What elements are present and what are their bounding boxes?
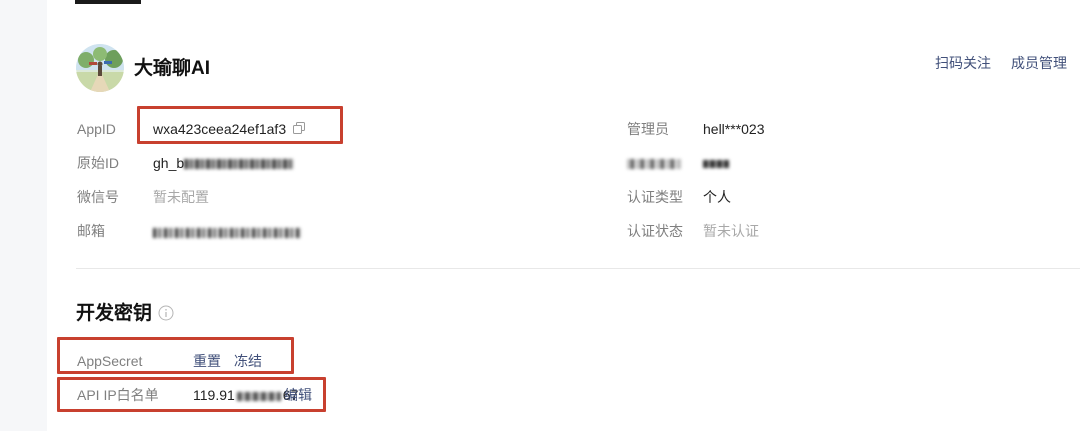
info-icon[interactable] [158, 305, 174, 321]
dev-keys-title: 开发密钥 [76, 303, 153, 324]
cert-type-label: 认证类型 [627, 189, 683, 205]
admin-label: 管理员 [627, 121, 669, 137]
origin-id-redacted [184, 159, 295, 170]
ip-whitelist-highlight-box [57, 377, 326, 412]
cert-type-value: 个人 [703, 189, 731, 205]
appid-highlight-box [137, 106, 343, 144]
cert-status-value: 暂未认证 [703, 223, 759, 239]
origin-id-label: 原始ID [77, 155, 119, 171]
wechat-id-label: 微信号 [77, 189, 119, 205]
member-manage-link[interactable]: 成员管理 [1011, 54, 1067, 72]
email-label: 邮箱 [77, 223, 105, 239]
wechat-id-value: 暂未配置 [153, 189, 209, 205]
cert-status-label: 认证状态 [627, 223, 683, 239]
admin-value: hell***023 [703, 121, 765, 137]
section-divider [76, 268, 1080, 269]
active-tab-indicator [75, 0, 141, 4]
appsecret-highlight-box [57, 337, 294, 374]
left-sidebar-strip [0, 0, 47, 431]
account-avatar [76, 44, 124, 92]
appid-label: AppID [77, 121, 116, 137]
origin-id-value: gh_b [153, 154, 295, 172]
scan-follow-link[interactable]: 扫码关注 [935, 54, 991, 72]
email-value-redacted [153, 223, 301, 241]
redacted-value [703, 154, 729, 172]
redacted-label [627, 154, 681, 172]
account-name: 大瑜聊AI [134, 58, 211, 79]
